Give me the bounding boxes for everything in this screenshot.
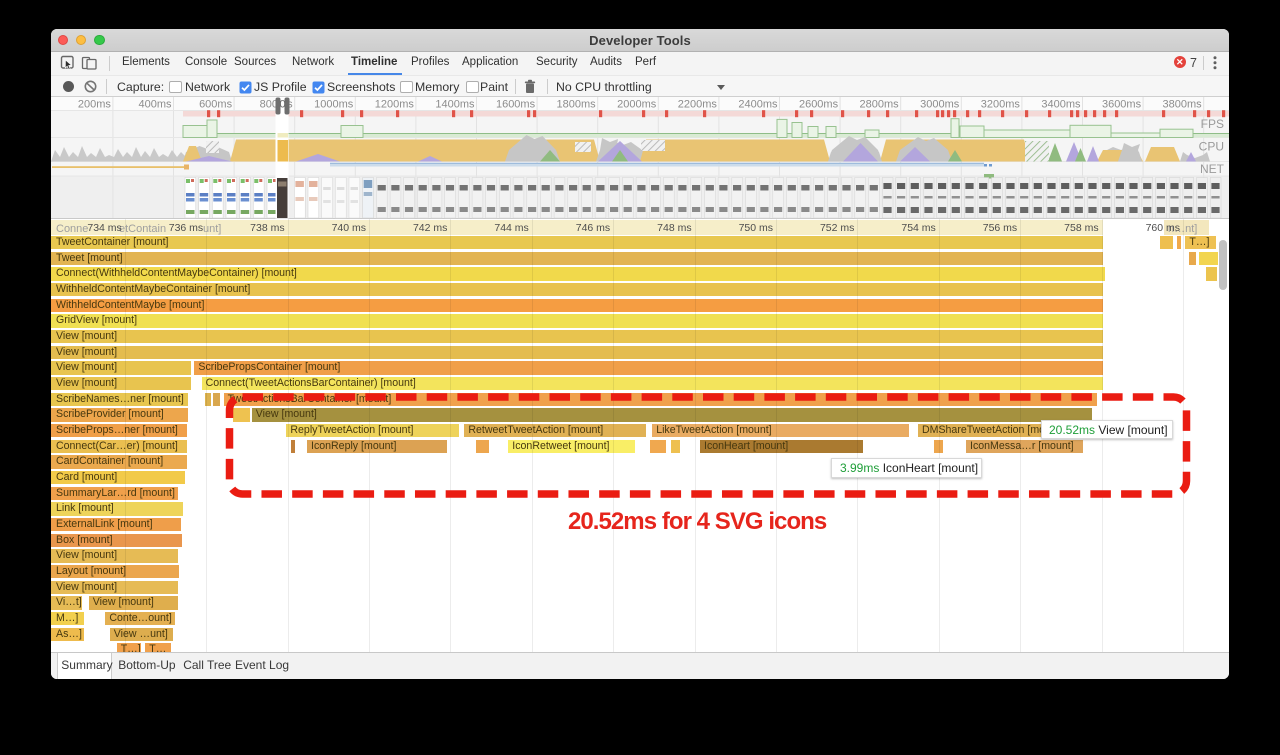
svg-text:600ms: 600ms <box>199 99 233 111</box>
svg-text:2000ms: 2000ms <box>617 99 657 111</box>
svg-text:CPU: CPU <box>1199 140 1224 154</box>
svg-text:3000ms: 3000ms <box>920 99 960 111</box>
svg-text:2800ms: 2800ms <box>860 99 900 111</box>
svg-text:1600ms: 1600ms <box>496 99 536 111</box>
svg-text:NET: NET <box>1200 162 1225 176</box>
svg-text:3200ms: 3200ms <box>981 99 1021 111</box>
svg-text:1400ms: 1400ms <box>435 99 475 111</box>
svg-text:3600ms: 3600ms <box>1102 99 1142 111</box>
svg-text:1800ms: 1800ms <box>557 99 597 111</box>
svg-text:3800ms: 3800ms <box>1163 99 1203 111</box>
svg-text:3400ms: 3400ms <box>1041 99 1081 111</box>
svg-text:200ms: 200ms <box>78 99 112 111</box>
svg-text:FPS: FPS <box>1201 117 1224 131</box>
svg-text:2600ms: 2600ms <box>799 99 839 111</box>
svg-text:2400ms: 2400ms <box>738 99 778 111</box>
svg-text:400ms: 400ms <box>138 99 172 111</box>
svg-text:1200ms: 1200ms <box>375 99 415 111</box>
svg-text:1000ms: 1000ms <box>314 99 354 111</box>
svg-text:2200ms: 2200ms <box>678 99 718 111</box>
